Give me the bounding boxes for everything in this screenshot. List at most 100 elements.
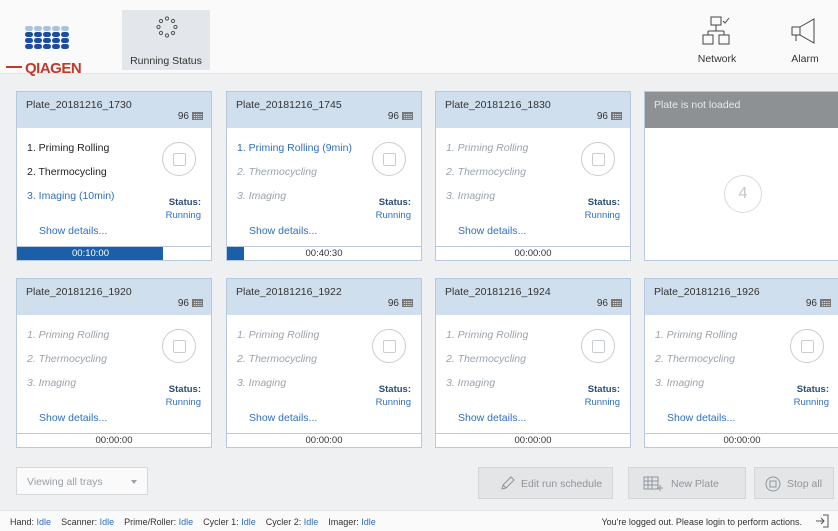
- protocol-step: 2. Thermocycling: [446, 353, 526, 365]
- plate-grid-icon: [192, 112, 203, 120]
- tray-name: Plate_20181216_1920: [26, 286, 132, 298]
- well-count-value: 96: [596, 111, 608, 122]
- tray-state-icon: [581, 142, 615, 176]
- well-count-value: 96: [596, 298, 608, 309]
- stop-all-button[interactable]: Stop all: [754, 467, 834, 499]
- logo-mark: [25, 26, 69, 49]
- plate-grid-icon: [820, 299, 831, 307]
- well-count: 96: [597, 298, 622, 309]
- show-details-link[interactable]: Show details...: [249, 412, 317, 424]
- tray-header: Plate_20181216_1920 96: [17, 279, 211, 315]
- network-button[interactable]: Network: [682, 12, 752, 70]
- alarm-label: Alarm: [791, 53, 819, 65]
- status-value: Running: [375, 210, 411, 221]
- protocol-step: 2. Thermocycling: [237, 353, 317, 365]
- well-count: 96: [178, 298, 203, 309]
- well-count: 96: [388, 298, 413, 309]
- protocol-step: 1. Priming Rolling: [27, 142, 110, 154]
- show-details-link[interactable]: Show details...: [667, 412, 735, 424]
- status-label: Status:: [796, 384, 829, 395]
- show-details-link[interactable]: Show details...: [249, 225, 317, 237]
- show-details-link[interactable]: Show details...: [458, 412, 526, 424]
- remaining-time: 00:10:00: [72, 248, 109, 259]
- device-status-key: Hand:: [10, 517, 35, 527]
- view-trays-select[interactable]: Viewing all trays: [16, 467, 148, 495]
- stop-all-label: Stop all: [787, 478, 823, 490]
- protocol-step: 2. Thermocycling: [446, 166, 526, 178]
- tray-card[interactable]: Plate_20181216_1830 96 1. Priming Rolling 2…: [435, 91, 631, 261]
- progress-bar: 00:00:00: [436, 433, 630, 447]
- protocol-step: 2. Thermocycling: [27, 166, 107, 178]
- protocol-step: 1. Priming Rolling: [27, 329, 110, 341]
- qiagen-logo: QIAGEN: [6, 10, 106, 77]
- tray-header: Plate is not loaded: [645, 92, 838, 128]
- progress-bar: 00:40:30: [227, 246, 421, 260]
- plate-grid-icon: [402, 299, 413, 307]
- tray-state-icon: [581, 329, 615, 363]
- tray-card[interactable]: Plate_20181216_1745 96 1. Priming Rolling …: [226, 91, 422, 261]
- show-details-link[interactable]: Show details...: [39, 412, 107, 424]
- progress-bar: 00:00:00: [17, 433, 211, 447]
- protocol-step: 1. Priming Rolling: [446, 142, 529, 154]
- protocol-step: 3. Imaging: [446, 190, 496, 202]
- progress-bar: 00:00:00: [436, 246, 630, 260]
- status-label: Status:: [168, 197, 201, 208]
- edit-run-schedule-button[interactable]: Edit run schedule: [478, 467, 613, 499]
- chevron-down-icon: [131, 480, 137, 484]
- plate-grid-icon: [611, 299, 622, 307]
- well-count: 96: [597, 111, 622, 122]
- logo-text: QIAGEN: [25, 60, 82, 77]
- network-label: Network: [697, 53, 737, 65]
- tab-running-status[interactable]: Running Status: [122, 10, 210, 70]
- stop-icon: [765, 476, 781, 492]
- protocol-step: 1. Priming Rolling (9min): [237, 142, 352, 154]
- tray-card[interactable]: Plate is not loaded 4: [644, 91, 838, 261]
- running-status-icon: [156, 16, 178, 38]
- progress-bar: 00:00:00: [645, 433, 838, 447]
- megaphone-icon: [791, 18, 815, 44]
- logo-bar: [6, 66, 22, 68]
- show-details-link[interactable]: Show details...: [458, 225, 526, 237]
- tray-state-icon: [162, 329, 196, 363]
- device-status-value: Idle: [178, 517, 194, 527]
- tray-state-icon: [372, 329, 406, 363]
- tray-header: Plate_20181216_1745 96: [227, 92, 421, 128]
- status-label: Status:: [168, 384, 201, 395]
- progress-bar: 00:00:00: [227, 433, 421, 447]
- protocol-step: 1. Priming Rolling: [655, 329, 738, 341]
- well-count: 96: [388, 111, 413, 122]
- tray-name: Plate is not loaded: [654, 99, 741, 111]
- new-plate-icon: [643, 476, 663, 491]
- device-status-value: Idle: [99, 517, 115, 527]
- login-icon[interactable]: [814, 513, 830, 529]
- tray-name: Plate_20181216_1745: [236, 99, 342, 111]
- tray-header: Plate_20181216_1926 96: [645, 279, 838, 315]
- status-value: Running: [165, 397, 201, 408]
- protocol-step: 1. Priming Rolling: [446, 329, 529, 341]
- device-status-key: Cycler 1:: [203, 517, 239, 527]
- status-label: Status:: [378, 384, 411, 395]
- tray-card[interactable]: Plate_20181216_1730 96 1. Priming Rolling 2…: [16, 91, 212, 261]
- tray-state-icon: [790, 329, 824, 363]
- status-value: Running: [584, 397, 620, 408]
- tray-card[interactable]: Plate_20181216_1922 96 1. Priming Rolling 2…: [226, 278, 422, 448]
- tray-name: Plate_20181216_1926: [654, 286, 760, 298]
- protocol-step: 2. Thermocycling: [237, 166, 317, 178]
- alarm-button[interactable]: Alarm: [770, 12, 838, 70]
- well-count-value: 96: [177, 298, 189, 309]
- tray-card[interactable]: Plate_20181216_1926 96 1. Priming Rolling 2…: [644, 278, 838, 448]
- device-status-key: Prime/Roller:: [124, 517, 177, 527]
- pencil-icon: [501, 476, 515, 490]
- status-value: Running: [584, 210, 620, 221]
- well-count-value: 96: [387, 298, 399, 309]
- show-details-link[interactable]: Show details...: [39, 225, 107, 237]
- tray-card[interactable]: Plate_20181216_1924 96 1. Priming Rolling 2…: [435, 278, 631, 448]
- status-label: Status:: [587, 384, 620, 395]
- device-status-value: Idle: [361, 517, 376, 527]
- well-count-value: 96: [805, 298, 817, 309]
- tray-card[interactable]: Plate_20181216_1920 96 1. Priming Rolling 2…: [16, 278, 212, 448]
- device-status-list: Hand: Idle Scanner: Idle Prime/Roller: Idl…: [10, 517, 386, 527]
- device-status-key: Imager:: [328, 517, 359, 527]
- plate-grid-icon: [192, 299, 203, 307]
- new-plate-button[interactable]: New Plate: [628, 467, 746, 499]
